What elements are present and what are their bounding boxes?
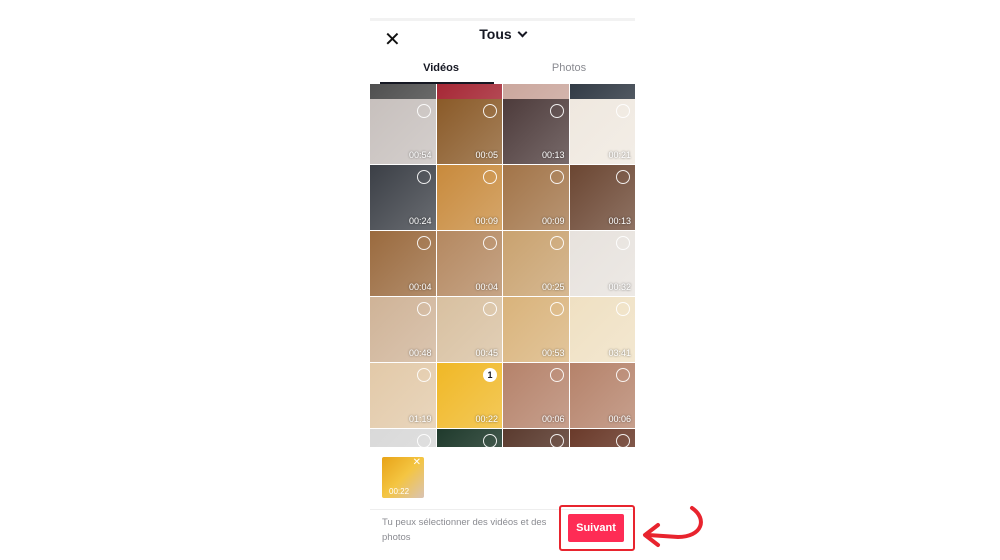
select-circle-icon[interactable] (549, 104, 564, 118)
media-thumbnail[interactable] (370, 429, 436, 447)
video-duration: 00:21 (608, 150, 631, 160)
media-thumbnail[interactable]: 00:04 (370, 231, 436, 296)
video-duration: 00:13 (541, 150, 565, 160)
selected-duration: 00:22 (389, 487, 410, 496)
media-thumbnail[interactable]: 00:06 (569, 363, 635, 428)
select-circle-icon[interactable] (549, 302, 564, 316)
media-thumbnail[interactable]: 00:09 (503, 165, 569, 230)
media-thumbnail[interactable]: 00:45 (436, 297, 502, 362)
select-circle-icon[interactable] (416, 302, 431, 316)
grid-row: 00:54 00:05 00:13 00:21 (370, 99, 635, 164)
selected-badge[interactable]: 1 (483, 368, 497, 382)
selected-thumbnail[interactable]: ✕ 00:22 (382, 457, 424, 498)
video-duration: 00:09 (475, 216, 498, 226)
media-thumbnail[interactable]: 00:05 (436, 99, 502, 164)
video-duration: 00:25 (541, 282, 565, 292)
select-circle-icon[interactable] (549, 368, 564, 382)
media-thumbnail[interactable]: 03:41 (569, 297, 635, 362)
media-thumbnail[interactable]: 00:32 (569, 231, 635, 296)
media-thumbnail[interactable] (569, 429, 635, 447)
media-thumbnail[interactable]: 00:04 (436, 231, 502, 296)
media-thumbnail[interactable]: 00:06 (503, 363, 569, 428)
select-circle-icon[interactable] (416, 170, 431, 184)
media-thumbnail[interactable] (503, 429, 569, 447)
select-circle-icon[interactable] (549, 434, 564, 447)
select-circle-icon[interactable] (483, 434, 497, 447)
video-duration: 03:41 (608, 348, 631, 358)
select-circle-icon[interactable] (616, 104, 630, 118)
video-duration: 00:05 (475, 150, 498, 160)
select-circle-icon[interactable] (616, 236, 630, 250)
chevron-down-icon (517, 27, 528, 38)
status-bar (370, 18, 635, 21)
video-duration: 00:04 (475, 282, 498, 292)
video-duration: 01:19 (408, 414, 432, 424)
annotation-arrow-icon (643, 506, 703, 547)
media-thumbnail[interactable]: 00:25 (503, 231, 569, 296)
select-circle-icon[interactable] (416, 368, 431, 382)
media-thumbnail[interactable]: 00:48 (370, 297, 436, 362)
video-duration: 00:32 (608, 282, 631, 292)
media-grid[interactable]: 00:1500:3101:0000:3100:5400:0500:1300:21… (370, 84, 635, 447)
grid-row: 00:48 00:45 00:53 03:41 (370, 297, 635, 362)
media-thumbnail[interactable]: 01:19 (370, 363, 436, 428)
select-circle-icon[interactable] (549, 236, 564, 250)
video-duration: 00:04 (408, 282, 432, 292)
select-circle-icon[interactable] (616, 170, 630, 184)
select-circle-icon[interactable] (616, 302, 630, 316)
media-thumbnail[interactable]: 00:53 (503, 297, 569, 362)
select-circle-icon[interactable] (483, 302, 497, 316)
select-circle-icon[interactable] (416, 434, 431, 447)
next-button[interactable]: Suivant (568, 514, 624, 542)
album-title: Tous (479, 26, 512, 42)
grid-row: 00:04 00:04 00:25 00:32 (370, 231, 635, 296)
media-thumbnail[interactable]: 00:24 (370, 165, 436, 230)
select-circle-icon[interactable] (616, 368, 630, 382)
remove-selection-icon[interactable]: ✕ (413, 457, 421, 468)
select-circle-icon[interactable] (483, 236, 497, 250)
grid-row: 01:19 1 00:22 00:06 00:06 (370, 363, 635, 428)
video-duration: 00:06 (608, 414, 631, 424)
select-circle-icon[interactable] (416, 236, 431, 250)
tab-photos[interactable]: Photos (508, 62, 630, 74)
video-duration: 00:54 (408, 150, 432, 160)
grid-row: 00:24 00:09 00:09 00:13 (370, 165, 635, 230)
media-thumbnail[interactable]: 00:13 (569, 165, 635, 230)
media-thumbnail[interactable]: 00:09 (436, 165, 502, 230)
album-selector[interactable]: Tous (370, 26, 635, 42)
media-thumbnail[interactable]: 00:13 (503, 99, 569, 164)
video-duration: 00:22 (475, 414, 498, 424)
grid-row (370, 429, 635, 447)
video-duration: 00:53 (541, 348, 565, 358)
select-circle-icon[interactable] (416, 104, 431, 118)
media-thumbnail[interactable]: 1 00:22 (436, 363, 502, 428)
media-thumbnail[interactable] (436, 429, 502, 447)
select-circle-icon[interactable] (483, 170, 497, 184)
video-duration: 00:09 (541, 216, 565, 226)
video-duration: 00:48 (408, 348, 432, 358)
video-duration: 00:13 (608, 216, 631, 226)
select-circle-icon[interactable] (483, 104, 497, 118)
media-thumbnail[interactable]: 00:54 (370, 99, 436, 164)
media-picker: ✕ Tous Vidéos Photos 00:1500:3101:0000:3… (370, 18, 635, 560)
tab-videos[interactable]: Vidéos (380, 62, 502, 74)
selection-hint: Tu peux sélectionner des vidéos et des p… (382, 517, 547, 543)
select-circle-icon[interactable] (616, 434, 630, 447)
video-duration: 00:06 (541, 414, 565, 424)
video-duration: 00:45 (475, 348, 498, 358)
media-thumbnail[interactable]: 00:21 (569, 99, 635, 164)
select-circle-icon[interactable] (549, 170, 564, 184)
video-duration: 00:24 (408, 216, 432, 226)
